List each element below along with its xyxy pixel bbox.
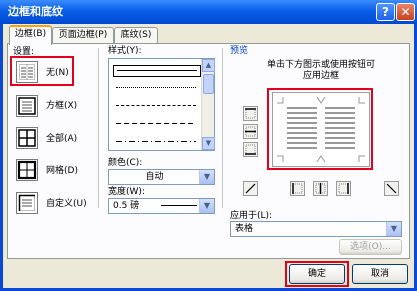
border-right-button[interactable]: [336, 181, 351, 196]
style-scrollbar[interactable]: ▲ ▼: [201, 59, 215, 150]
color-dropdown[interactable]: 自动 ▼: [108, 169, 215, 185]
setting-box-label[interactable]: 方框(X): [46, 100, 77, 112]
help-button[interactable]: ?: [376, 3, 395, 21]
border-inside-horizontal-button[interactable]: [243, 124, 258, 139]
close-button[interactable]: ✕: [396, 3, 415, 21]
divider-right: [222, 48, 223, 208]
style-option-dash[interactable]: [113, 119, 199, 129]
width-value: 0.5 磅: [113, 201, 140, 211]
setting-all-label[interactable]: 全部(A): [46, 133, 77, 145]
border-bottom-button[interactable]: [243, 142, 258, 157]
preview-hint-line2: 应用边框: [302, 71, 339, 81]
tab-shading[interactable]: 底纹(S): [114, 27, 158, 43]
window-title: 边框和底纹: [8, 5, 63, 18]
border-top-button[interactable]: [243, 106, 258, 121]
border-diagonal-down-button[interactable]: [384, 181, 399, 196]
border-none-icon[interactable]: [16, 61, 38, 83]
style-option-dotted[interactable]: [113, 83, 199, 93]
border-box-icon[interactable]: [16, 95, 38, 117]
divider-left: [98, 48, 99, 208]
preview-area[interactable]: [272, 92, 370, 167]
chevron-down-icon[interactable]: ▼: [386, 222, 401, 236]
style-listbox[interactable]: ▲ ▼: [108, 58, 215, 151]
width-dropdown[interactable]: 0.5 磅 ▼: [108, 198, 215, 214]
chevron-down-icon[interactable]: ▼: [199, 170, 214, 184]
width-label: 宽度(W):: [108, 187, 145, 197]
style-option-dash-dot[interactable]: [113, 137, 199, 147]
tab-page-border[interactable]: 页面边框(P): [52, 27, 114, 43]
border-inside-vertical-button[interactable]: [313, 181, 328, 196]
setting-none-label[interactable]: 无(N): [46, 67, 69, 79]
apply-to-dropdown[interactable]: 表格 ▼: [230, 221, 402, 237]
color-label: 颜色(C):: [108, 158, 143, 168]
tab-borders[interactable]: 边框(B): [9, 25, 52, 45]
style-option-fine-dash[interactable]: [113, 101, 199, 111]
width-line-sample: [161, 205, 197, 206]
border-custom-icon[interactable]: [16, 192, 38, 214]
title-bar: 边框和底纹: [0, 0, 417, 24]
preview-label: 预览: [230, 46, 249, 56]
setting-label: 设置:: [13, 47, 35, 57]
color-value: 自动: [145, 172, 164, 182]
style-label: 样式(Y):: [108, 46, 142, 56]
options-button[interactable]: 选项(O)...: [339, 239, 402, 255]
chevron-down-icon[interactable]: ▼: [199, 199, 214, 213]
setting-custom-label[interactable]: 自定义(U): [46, 198, 87, 210]
setting-grid-label[interactable]: 网格(D): [46, 165, 78, 177]
border-diagonal-up-button[interactable]: [243, 181, 258, 196]
ok-button[interactable]: 确定: [289, 264, 345, 284]
scroll-up-icon[interactable]: ▲: [202, 59, 215, 72]
border-all-icon[interactable]: [16, 127, 38, 149]
border-left-button[interactable]: [290, 181, 305, 196]
style-option-solid[interactable]: [113, 65, 201, 77]
scroll-down-icon[interactable]: ▼: [202, 137, 215, 150]
cancel-button[interactable]: 取消: [352, 264, 408, 284]
scroll-thumb[interactable]: [203, 74, 214, 94]
border-grid-icon[interactable]: [16, 159, 38, 181]
apply-to-value: 表格: [235, 224, 254, 234]
